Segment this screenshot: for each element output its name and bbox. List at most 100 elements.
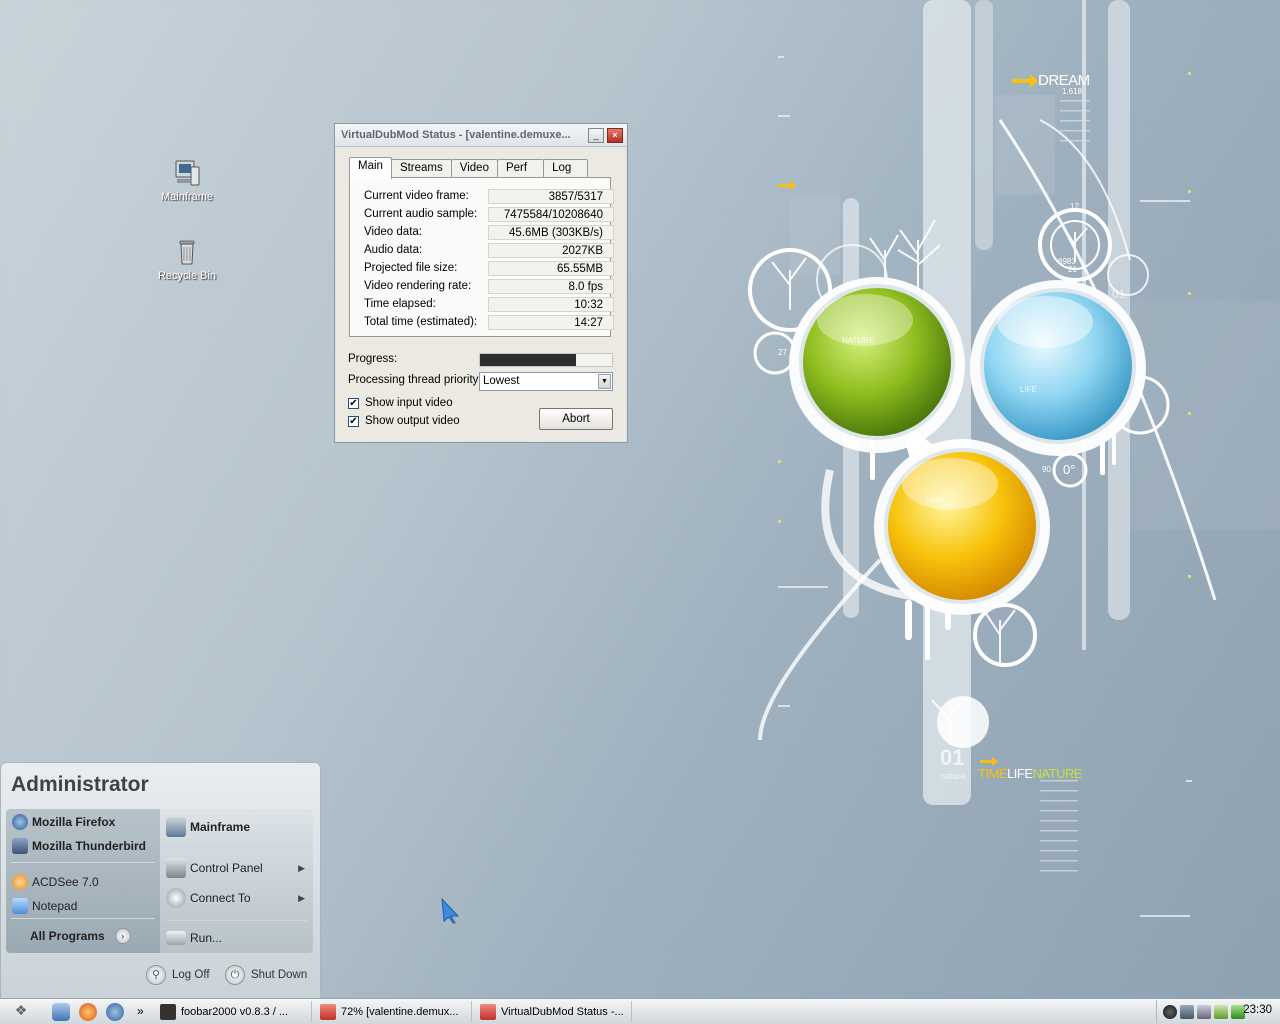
desktop-icon-recycle-bin[interactable]: Recycle Bin <box>147 236 227 282</box>
stat-label: Current video frame: <box>364 190 469 202</box>
all-programs-button[interactable]: All Programs › <box>30 928 131 944</box>
tab-log[interactable]: Log <box>543 159 589 178</box>
taskbar-button-foobar[interactable]: foobar2000 v0.8.3 / ... <box>156 1001 312 1022</box>
virtualdub-icon <box>320 1003 336 1020</box>
submenu-arrow-icon: ▶ <box>298 892 305 903</box>
taskbar-button-label: VirtualDubMod Status -... <box>501 1005 624 1018</box>
stat-label: Current audio sample: <box>364 208 478 220</box>
stat-row: Video data: 45.6MB (303KB/s) <box>364 225 614 241</box>
menu-item-label: Notepad <box>32 899 78 913</box>
wallpaper-orb-label-nature: NATURE <box>842 336 875 345</box>
wallpaper-ring-number-a: 8983 <box>1058 257 1076 266</box>
show-input-label: Show input video <box>365 397 453 409</box>
tab-main[interactable]: Main <box>349 157 392 179</box>
shut-down-label: Shut Down <box>251 969 308 981</box>
stat-row: Total time (estimated): 14:27 <box>364 315 614 331</box>
foobar-icon <box>160 1003 176 1020</box>
stat-value: 65.55MB <box>488 261 614 276</box>
notepad-icon <box>12 898 28 914</box>
start-button[interactable]: ❖ <box>4 1002 38 1022</box>
stat-label: Total time (estimated): <box>364 316 478 328</box>
computer-icon <box>175 160 200 186</box>
tray-monitor-icon[interactable] <box>1197 1004 1211 1019</box>
wallpaper-side-number: 0° <box>1063 462 1076 477</box>
stat-row: Time elapsed: 10:32 <box>364 297 614 313</box>
menu-item-label: Mainframe <box>190 820 251 834</box>
show-output-label: Show output video <box>365 415 460 427</box>
stat-row: Projected file size: 65.55MB <box>364 261 614 277</box>
taskbar-button-virtualdub-status[interactable]: VirtualDubMod Status -... <box>476 1001 632 1022</box>
menu-item-mainframe[interactable]: Mainframe <box>166 817 250 837</box>
wallpaper-side-number: 12 <box>1070 202 1079 211</box>
shut-down-button[interactable]: ⏻ Shut Down <box>225 965 307 985</box>
window-titlebar[interactable]: VirtualDubMod Status - [valentine.demuxe… <box>335 124 627 147</box>
menu-item-acdsee[interactable]: ACDSee 7.0 <box>12 874 99 890</box>
quicklaunch-thunderbird-icon[interactable] <box>106 1003 124 1021</box>
clock[interactable]: 23:30 <box>1243 1004 1272 1016</box>
progress-fill <box>480 354 577 366</box>
log-off-button[interactable]: ⚲ Log Off <box>146 965 210 985</box>
priority-value: Lowest <box>483 375 520 387</box>
desktop-icon-label: Mainframe <box>161 191 213 203</box>
wallpaper-ring-number-b: 21 <box>1068 265 1077 274</box>
menu-separator <box>167 920 307 921</box>
tray-shield-icon[interactable] <box>1163 1004 1177 1019</box>
close-button[interactable]: × <box>607 127 623 143</box>
menu-item-label: ACDSee 7.0 <box>32 875 99 889</box>
menu-item-thunderbird[interactable]: Mozilla Thunderbird <box>12 838 146 854</box>
menu-item-run[interactable]: Run... <box>166 931 222 945</box>
tab-streams[interactable]: Streams <box>390 159 452 178</box>
wallpaper-bottom-words: TIMELIFENATURE <box>978 766 1083 781</box>
window-title: VirtualDubMod Status - [valentine.demuxe… <box>341 129 571 141</box>
menu-item-label: Mozilla Firefox <box>32 815 116 829</box>
wallpaper-bottom-small: nature <box>940 771 966 781</box>
tab-perf[interactable]: Perf <box>496 159 545 178</box>
taskbar-button-virtualdub-progress[interactable]: 72% [valentine.demux... <box>316 1001 472 1022</box>
stat-label: Projected file size: <box>364 262 458 274</box>
menu-item-control-panel[interactable]: Control Panel ▶ <box>166 858 311 878</box>
stat-value: 14:27 <box>488 315 614 330</box>
virtualdub-status-window: VirtualDubMod Status - [valentine.demuxe… <box>334 123 628 443</box>
abort-button[interactable]: Abort <box>539 408 613 430</box>
wallpaper-word-nature: NATURE <box>1032 766 1083 781</box>
checkbox-box[interactable]: ✔ <box>348 415 359 427</box>
all-programs-label: All Programs <box>30 929 105 943</box>
arrow-right-icon: › <box>114 928 131 944</box>
computer-icon <box>166 817 186 837</box>
menu-item-label: Connect To <box>190 891 251 905</box>
tray-network-icon[interactable] <box>1180 1004 1194 1019</box>
thunderbird-icon <box>12 838 28 854</box>
stat-value: 45.6MB (303KB/s) <box>488 225 614 240</box>
minimize-button[interactable]: _ <box>588 127 604 143</box>
menu-item-notepad[interactable]: Notepad <box>12 898 77 914</box>
main-tab-panel: Current video frame: 3857/5317 Current a… <box>349 177 614 337</box>
tray-tool-icon[interactable] <box>1214 1004 1228 1019</box>
quicklaunch-firefox-icon[interactable] <box>79 1003 97 1021</box>
quicklaunch-show-desktop-icon[interactable] <box>52 1003 70 1021</box>
wallpaper-dream-text: DREAM <box>1038 72 1090 89</box>
show-output-checkbox[interactable]: ✔ Show output video <box>348 415 460 427</box>
chevron-down-icon[interactable]: ▼ <box>598 374 611 389</box>
menu-item-connect-to[interactable]: Connect To ▶ <box>166 888 311 908</box>
menu-separator <box>167 847 307 848</box>
priority-select[interactable]: Lowest ▼ <box>479 372 613 391</box>
quicklaunch-chevron[interactable]: » <box>137 1004 144 1018</box>
menu-separator <box>11 918 155 919</box>
menu-item-firefox[interactable]: Mozilla Firefox <box>12 814 115 830</box>
firefox-icon <box>12 814 28 830</box>
acdsee-icon <box>12 874 28 890</box>
stat-value: 7475584/10208640 <box>488 207 614 222</box>
stat-value: 10:32 <box>488 297 614 312</box>
show-input-checkbox[interactable]: ✔ Show input video <box>348 397 453 409</box>
tab-video[interactable]: Video <box>450 159 498 178</box>
menu-item-label: Control Panel <box>190 861 263 875</box>
recycle-bin-icon <box>179 240 195 265</box>
desktop-icon-mainframe[interactable]: Mainframe <box>147 157 227 203</box>
progress-bar <box>479 353 613 367</box>
checkbox-box[interactable]: ✔ <box>348 397 359 409</box>
wallpaper-orb-label-time: TIME <box>924 496 944 505</box>
stat-label: Video data: <box>364 226 422 238</box>
stat-label: Time elapsed: <box>364 298 436 310</box>
windows-logo-icon: ❖ <box>14 1002 28 1018</box>
virtualdub-icon <box>480 1003 496 1020</box>
